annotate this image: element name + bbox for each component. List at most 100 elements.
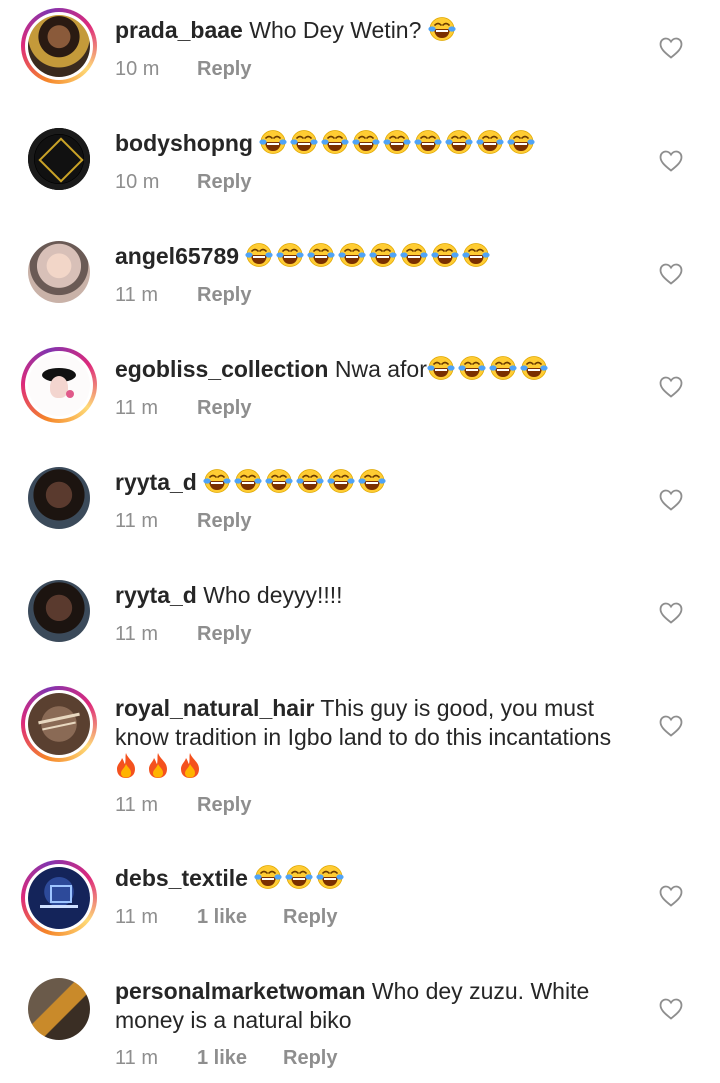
reply-button[interactable]: Reply <box>197 58 251 81</box>
face-with-tears-of-joy-icon <box>203 468 231 494</box>
face-with-tears-of-joy-icon <box>520 355 548 381</box>
face-with-tears-of-joy-icon <box>316 864 344 890</box>
comment-item: ryyta_d Who deyyy!!!! 11 m Reply <box>0 565 720 675</box>
comment-item: angel65789 11 m Reply <box>0 226 720 336</box>
like-count[interactable]: 1 like <box>197 1047 283 1070</box>
reply-button[interactable]: Reply <box>197 510 251 533</box>
comment-username[interactable]: debs_textile <box>115 865 248 891</box>
comment-text: Who deyyy!!!! <box>203 582 343 608</box>
emoji-row <box>427 356 551 382</box>
face-with-tears-of-joy-icon <box>489 355 517 381</box>
comment-timestamp: 10 m <box>115 58 160 80</box>
avatar-container[interactable] <box>21 121 97 197</box>
avatar-container[interactable] <box>21 234 97 310</box>
avatar-story-ring[interactable] <box>21 347 97 423</box>
comment-timestamp: 11 m <box>115 906 158 928</box>
reply-button[interactable]: Reply <box>283 1047 337 1070</box>
comment-username[interactable]: prada_baae <box>115 17 243 43</box>
avatar <box>28 354 90 416</box>
face-with-tears-of-joy-icon <box>431 242 459 268</box>
face-with-tears-of-joy-icon <box>476 129 504 155</box>
fire-icon <box>147 752 169 779</box>
face-with-tears-of-joy-icon <box>285 864 313 890</box>
avatar <box>28 580 90 642</box>
emoji-row <box>203 469 389 495</box>
heart-outline-icon[interactable] <box>659 489 683 511</box>
fire-icon <box>115 752 137 779</box>
face-with-tears-of-joy-icon <box>234 468 262 494</box>
heart-outline-icon[interactable] <box>659 998 683 1020</box>
avatar-story-ring[interactable] <box>21 8 97 84</box>
avatar-container[interactable] <box>21 460 97 536</box>
face-with-tears-of-joy-icon <box>259 129 287 155</box>
face-with-tears-of-joy-icon <box>296 468 324 494</box>
comment-item: personalmarketwoman Who dey zuzu. White … <box>0 963 720 1083</box>
face-with-tears-of-joy-icon <box>369 242 397 268</box>
face-with-tears-of-joy-icon <box>352 129 380 155</box>
heart-outline-icon[interactable] <box>659 376 683 398</box>
avatar <box>28 978 90 1040</box>
comment-username[interactable]: egobliss_collection <box>115 356 328 382</box>
reply-button[interactable]: Reply <box>197 794 251 817</box>
avatar-story-ring[interactable] <box>21 686 97 762</box>
face-with-tears-of-joy-icon <box>265 468 293 494</box>
face-with-tears-of-joy-icon <box>428 16 456 42</box>
heart-outline-icon[interactable] <box>659 37 683 59</box>
heart-outline-icon[interactable] <box>659 602 683 624</box>
heart-outline-icon[interactable] <box>659 263 683 285</box>
face-with-tears-of-joy-icon <box>245 242 273 268</box>
reply-button[interactable]: Reply <box>197 397 251 420</box>
face-with-tears-of-joy-icon <box>445 129 473 155</box>
comment-username[interactable]: personalmarketwoman <box>115 978 366 1004</box>
comment-text: Who Dey Wetin? <box>249 17 422 43</box>
comment-item: prada_baae Who Dey Wetin? 10 m Reply <box>0 0 720 110</box>
comment-username[interactable]: royal_natural_hair <box>115 695 314 721</box>
emoji-row <box>245 243 493 269</box>
face-with-tears-of-joy-icon <box>458 355 486 381</box>
heart-outline-icon[interactable] <box>659 150 683 172</box>
avatar <box>28 15 90 77</box>
like-count[interactable]: 1 like <box>197 906 283 929</box>
face-with-tears-of-joy-icon <box>427 355 455 381</box>
comment-timestamp: 10 m <box>115 171 160 193</box>
avatar <box>28 693 90 755</box>
heart-outline-icon[interactable] <box>659 715 683 737</box>
reply-button[interactable]: Reply <box>197 284 251 307</box>
comment-timestamp: 11 m <box>115 397 158 419</box>
comment-timestamp: 11 m <box>115 510 158 532</box>
face-with-tears-of-joy-icon <box>338 242 366 268</box>
avatar-story-ring[interactable] <box>21 860 97 936</box>
comment-item: debs_textile 11 m 1 like Reply <box>0 850 720 960</box>
comment-timestamp: 11 m <box>115 284 158 306</box>
reply-button[interactable]: Reply <box>283 906 337 929</box>
comment-username[interactable]: angel65789 <box>115 243 239 269</box>
avatar-container[interactable] <box>21 971 97 1047</box>
comment-item: bodyshopng 10 m Reply <box>0 113 720 223</box>
face-with-tears-of-joy-icon <box>462 242 490 268</box>
comment-item: royal_natural_hair This guy is good, you… <box>0 678 720 838</box>
face-with-tears-of-joy-icon <box>276 242 304 268</box>
emoji-row <box>254 865 347 891</box>
face-with-tears-of-joy-icon <box>358 468 386 494</box>
avatar <box>28 128 90 190</box>
face-with-tears-of-joy-icon <box>400 242 428 268</box>
comment-username[interactable]: bodyshopng <box>115 130 253 156</box>
comment-item: ryyta_d 11 m Reply <box>0 452 720 562</box>
face-with-tears-of-joy-icon <box>383 129 411 155</box>
reply-button[interactable]: Reply <box>197 171 251 194</box>
avatar <box>28 867 90 929</box>
comment-username[interactable]: ryyta_d <box>115 582 197 608</box>
comment-username[interactable]: ryyta_d <box>115 469 197 495</box>
comment-text: Nwa afor <box>334 356 427 382</box>
reply-button[interactable]: Reply <box>197 623 251 646</box>
fire-icon <box>179 752 201 779</box>
face-with-tears-of-joy-icon <box>290 129 318 155</box>
comment-timestamp: 11 m <box>115 1047 158 1069</box>
comment-item: egobliss_collection Nwa afor 11 m Reply <box>0 339 720 449</box>
face-with-tears-of-joy-icon <box>254 864 282 890</box>
avatar-container[interactable] <box>21 573 97 649</box>
face-with-tears-of-joy-icon <box>307 242 335 268</box>
avatar <box>28 467 90 529</box>
heart-outline-icon[interactable] <box>659 885 683 907</box>
face-with-tears-of-joy-icon <box>321 129 349 155</box>
